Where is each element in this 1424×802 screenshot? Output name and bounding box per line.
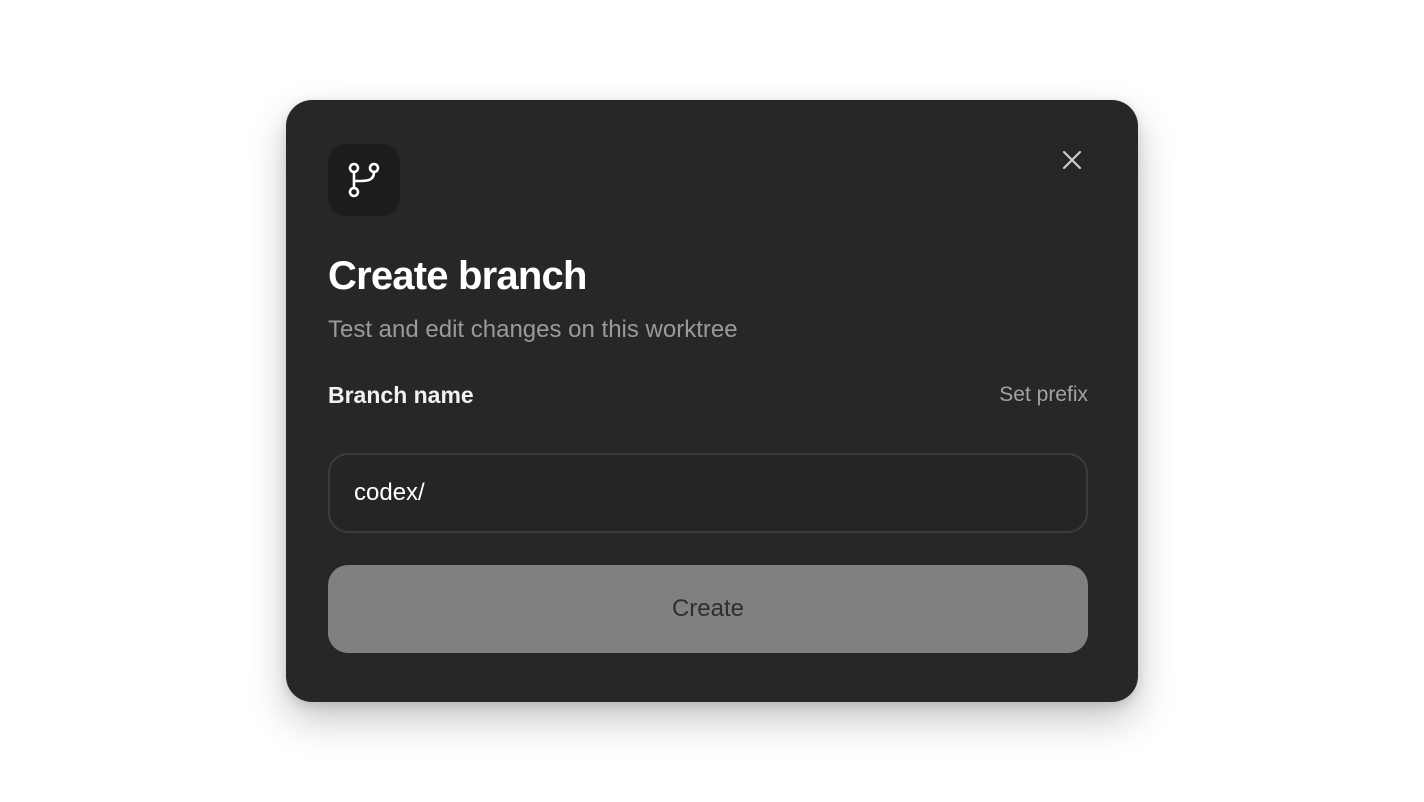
close-button[interactable] [1056, 144, 1088, 176]
create-button[interactable]: Create [328, 565, 1088, 653]
create-branch-dialog: Create branch Test and edit changes on t… [286, 100, 1138, 702]
screen: Create branch Test and edit changes on t… [0, 0, 1424, 802]
branch-name-input[interactable] [354, 455, 1054, 531]
branch-name-field[interactable] [328, 453, 1088, 533]
close-icon [1062, 150, 1082, 170]
dialog-title: Create branch [328, 254, 587, 298]
branch-name-label: Branch name [328, 382, 474, 408]
git-branch-icon [328, 144, 400, 216]
dialog-subtitle: Test and edit changes on this worktree [328, 316, 738, 343]
set-prefix-link[interactable]: Set prefix [999, 381, 1088, 409]
